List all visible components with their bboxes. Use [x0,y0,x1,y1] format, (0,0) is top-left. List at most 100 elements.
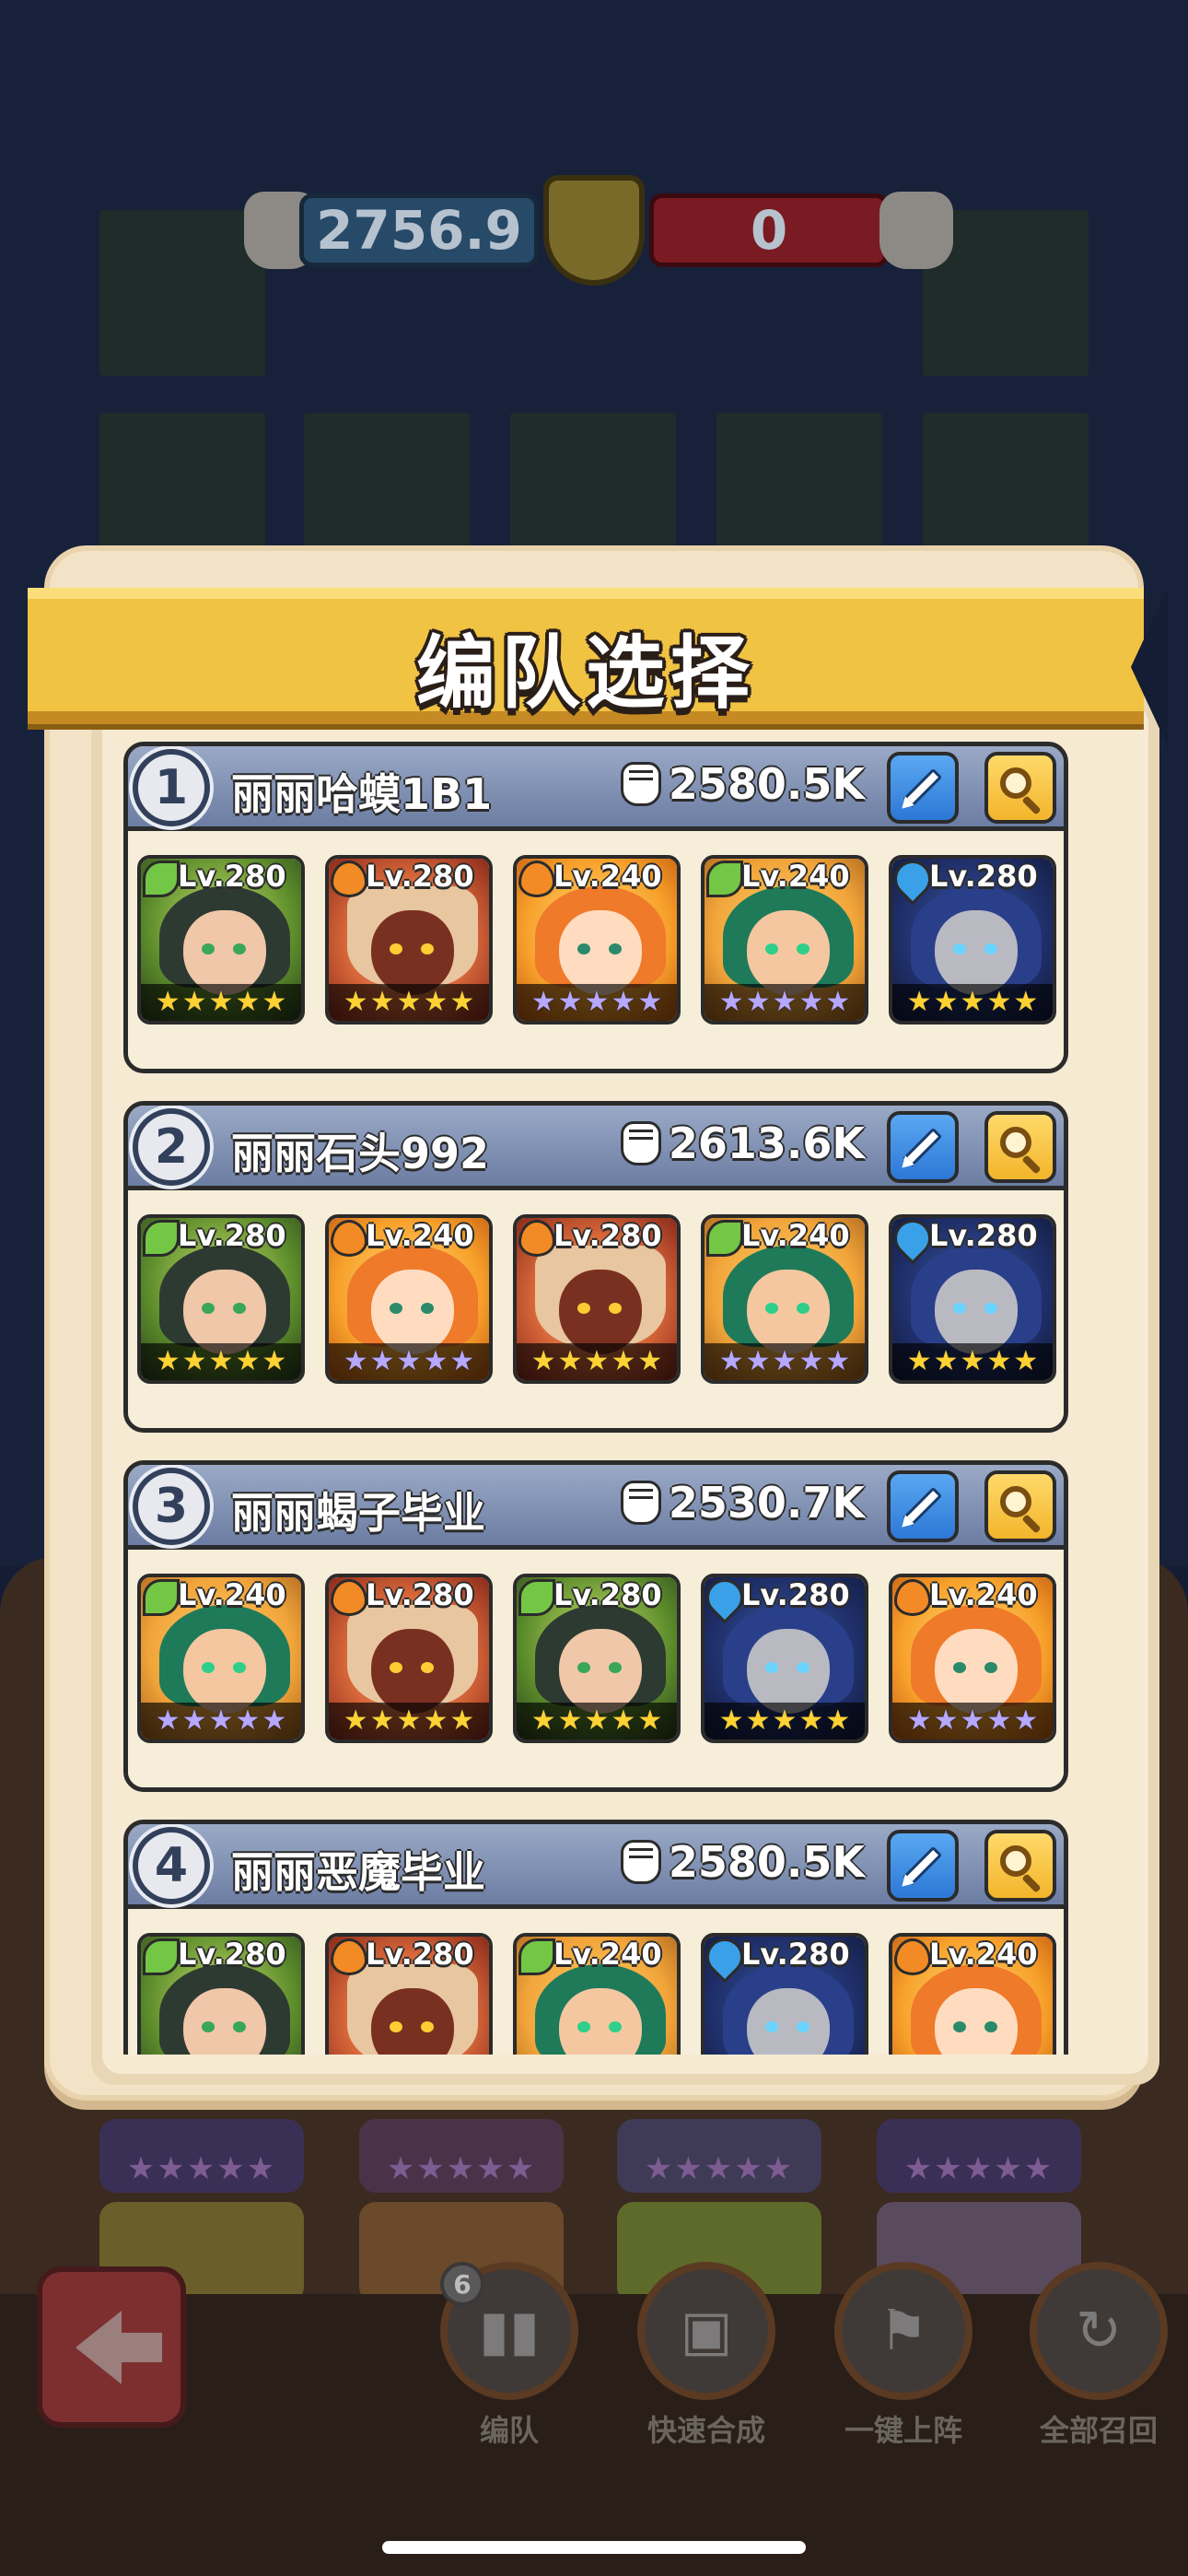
view-team-button[interactable] [984,752,1056,824]
back-arrow-icon [76,2310,162,2384]
star-icon: ★ [262,986,287,1018]
hero-card[interactable]: Lv.240★★★★★ [701,1214,868,1384]
quick-merge-button[interactable]: ▣ 快速合成 [637,2262,775,2455]
team-body: Lv.280★★★★★Lv.280★★★★★Lv.240★★★★★Lv.280★… [128,1909,1064,2055]
merge-icon: ▣ [637,2262,775,2400]
hero-eye [797,943,809,954]
hero-card[interactable]: Lv.280★★★★★ [889,1214,1056,1384]
hero-level: Lv.240 [741,859,850,894]
hero-face [935,910,1018,995]
star-icon: ★ [825,986,851,1018]
flag-icon: ⚑ [834,2262,973,2400]
one-click-deploy-button[interactable]: ⚑ 一键上阵 [834,2262,973,2455]
hero-card[interactable]: Lv.280★★★★★ [325,855,493,1025]
edit-team-button[interactable] [887,1111,959,1183]
edit-team-button[interactable] [887,752,959,824]
hero-card[interactable]: Lv.240★★★★★ [513,1933,681,2055]
hero-eye [202,2021,215,2032]
team-card[interactable]: 1 丽丽哈蟆1B1 2580.5K Lv.280 ★ ★ ★ ★ ★ Lv.280 ★ ★ ★ ★ ★ Lv.… [123,742,1068,1073]
hero-eye [577,943,590,954]
hero-eye [233,1303,246,1314]
team-header: 4 丽丽恶魔毕业 2580.5K [128,1824,1064,1909]
view-team-button[interactable] [984,1111,1056,1183]
star-icon: ★ [906,1345,932,1377]
leaf-element-icon [143,1220,180,1257]
hero-eye [765,1662,778,1673]
hero-card[interactable]: Lv.240★★★★★ [701,855,868,1025]
hero-card[interactable]: Lv.280★★★★★ [513,1574,681,1743]
leaf-element-icon [143,861,180,897]
hero-card[interactable]: Lv.280★★★★★ [325,1574,493,1743]
hero-row: Lv.280 ★ ★ ★ ★ ★ Lv.280 ★ ★ ★ ★ ★ Lv.240 ★ ★ ★ ★ ★ Lv.240 ★… [137,855,1056,1025]
fist-icon [620,1121,661,1165]
hero-card[interactable]: Lv.240★★★★★ [889,1933,1056,2055]
star-icon: ★ [1013,1345,1039,1377]
team-card[interactable]: 2 丽丽石头992 2613.6K Lv.280 ★ ★ ★ ★ ★ Lv.240 ★ ★ ★ ★ ★ Lv.… [123,1101,1068,1433]
hero-card[interactable]: Lv.280★★★★★ [513,1214,681,1384]
team-name: 丽丽石头992 [231,1129,490,1178]
hero-eye [797,2021,809,2032]
team-body: Lv.280 ★ ★ ★ ★ ★ Lv.240 ★ ★ ★ ★ ★ Lv.280 ★ ★ ★ ★ ★ Lv.240 ★… [128,1190,1064,1428]
hero-card[interactable]: Lv.280★★★★★ [137,1933,305,2055]
hero-card[interactable]: Lv.280★★★★★ [325,1933,493,2055]
edit-team-button[interactable] [887,1470,959,1542]
hero-eye [797,1303,809,1314]
hero-face [559,1270,642,1354]
hero-card[interactable]: Lv.240★★★★★ [137,1574,305,1743]
hero-eye [390,943,402,954]
hero-card[interactable]: Lv.240★★★★★ [325,1214,493,1384]
team-list[interactable]: 1 丽丽哈蟆1B1 2580.5K Lv.280 ★ ★ ★ ★ ★ Lv.280 ★ ★ ★ ★ ★ Lv.… [123,742,1068,2055]
view-team-button[interactable] [984,1830,1056,1902]
leaf-element-icon [143,1938,180,1975]
star-icon: ★ [584,986,610,1018]
leaf-element-icon [706,1220,743,1257]
hero-face [371,910,454,995]
hero-stars: ★ ★ ★ ★ ★ [329,984,489,1021]
hero-card[interactable]: Lv.280★★★★★ [137,1214,305,1384]
hero-card[interactable]: Lv.280★★★★★ [137,855,305,1025]
view-team-button[interactable] [984,1470,1056,1542]
hero-level: Lv.280 [178,1937,286,1972]
fist-icon [620,1481,661,1525]
star-icon: ★ [906,986,932,1018]
edit-team-button[interactable] [887,1830,959,1902]
team-power-value: 2580.5K [668,759,865,809]
leaf-element-icon [518,1938,555,1975]
hero-eye [765,943,778,954]
star-icon: ★ [611,1704,636,1737]
hero-card[interactable]: Lv.240 ★★★★★ [889,1574,1056,1743]
star-icon: ★ [557,986,583,1018]
hero-card[interactable]: Lv.280★★★★★ [889,855,1056,1025]
star-icon: ★ [986,1704,1012,1737]
team-card[interactable]: 4丽丽恶魔毕业2580.5KLv.280★★★★★Lv.280★★★★★Lv.2… [123,1820,1068,2055]
fire-element-icon [331,1938,367,1975]
hero-card[interactable]: Lv.240★★★★★ [513,855,681,1025]
hero-stars: ★ ★ ★ ★ ★ [141,1343,301,1380]
hero-eye [233,2021,246,2032]
hero-eye [233,943,246,954]
team-card[interactable]: 3 丽丽蝎子毕业 2530.7K Lv.240 ★ ★ ★ ★ ★ Lv.280 ★ ★ ★ ★ ★ Lv.2… [123,1460,1068,1792]
recall-all-button[interactable]: ↻ 全部召回 [1030,2262,1168,2455]
hero-card[interactable]: Lv.280★★★★★ [701,1933,868,2055]
magnifier-icon [1000,1845,1031,1877]
leaf-element-icon [143,1579,180,1616]
star-icon: ★ [960,1345,985,1377]
magnifier-icon [1000,1127,1031,1158]
hero-face [183,1629,266,1714]
back-button[interactable] [37,2266,186,2428]
team-power: 2580.5K [620,759,865,809]
star-icon: ★ [530,986,556,1018]
star-icon: ★ [1013,1704,1039,1737]
star-icon: ★ [235,986,261,1018]
star-icon: ★ [181,1704,207,1737]
hero-eye [609,1303,622,1314]
hero-stars: ★ ★ ★ ★ ★ [705,1343,865,1380]
hero-card[interactable]: Lv.280★★★★★ [701,1574,868,1743]
formation-button[interactable]: ▮▮ 6 编队 [440,2262,578,2455]
hero-level: Lv.240 [929,1577,1038,1612]
hero-eye [953,1303,966,1314]
home-indicator[interactable] [382,2541,806,2554]
hero-stars: ★ ★ ★ ★ ★ [141,984,301,1021]
hero-stars: ★ ★ ★ ★ ★ [892,1703,1053,1739]
hero-eye [953,2021,966,2032]
